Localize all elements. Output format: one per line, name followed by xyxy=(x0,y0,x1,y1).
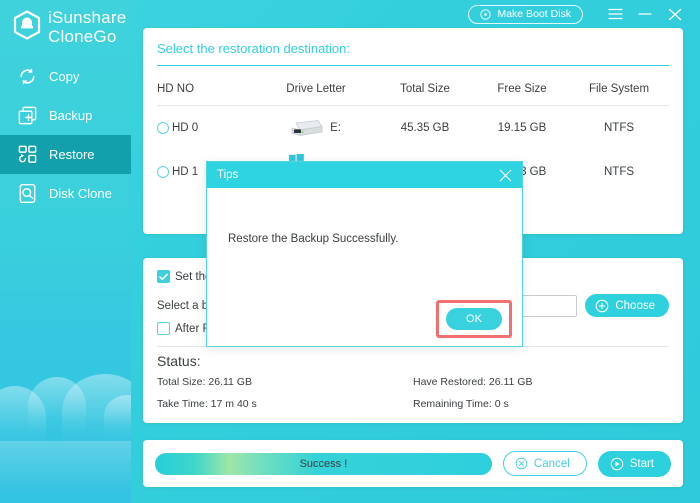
minimize-icon xyxy=(638,13,652,15)
ok-button-highlight: OK xyxy=(436,300,512,338)
check-icon xyxy=(159,273,168,280)
close-button[interactable] xyxy=(660,1,690,27)
action-bar: Success ! Cancel Start xyxy=(143,440,683,487)
sidebar-item-restore[interactable]: Restore xyxy=(0,135,131,174)
status-have-restored: Have Restored: 26.11 GB xyxy=(413,376,533,388)
status-title: Status: xyxy=(157,353,201,369)
column-header-total-size: Total Size xyxy=(375,74,475,106)
choose-button[interactable]: Choose xyxy=(585,294,669,317)
column-header-drive-letter: Drive Letter xyxy=(257,74,375,106)
sidebar-item-label: Backup xyxy=(49,108,93,123)
cell-drive-letter: E: xyxy=(257,106,375,151)
table-row[interactable]: HD 0 E: 45.35 GB 19.15 GB NTFS xyxy=(157,106,669,151)
cancel-button[interactable]: Cancel xyxy=(502,451,587,476)
start-button[interactable]: Start xyxy=(597,450,671,477)
title-divider xyxy=(157,65,669,66)
sidebar-item-label: Disk Clone xyxy=(49,186,112,201)
set-the-checkbox[interactable] xyxy=(157,270,170,283)
dialog-title: Tips xyxy=(217,169,239,181)
sidebar-nav: Copy Backup Restore Disk Clone xyxy=(0,57,131,213)
sidebar-item-label: Copy xyxy=(49,69,80,84)
hamburger-menu-icon xyxy=(607,8,623,20)
tips-dialog: Tips Restore the Backup Successfully. OK xyxy=(206,161,523,347)
column-header-file-system: File System xyxy=(569,74,669,106)
cell-file-system: NTFS xyxy=(603,166,635,178)
brand-name: iSunshare CloneGo xyxy=(48,8,126,46)
refresh-copy-icon xyxy=(20,68,35,85)
status-total-size: Total Size: 26.11 GB xyxy=(157,376,252,388)
hd-no-label: HD 0 xyxy=(172,122,199,134)
column-header-free-size: Free Size xyxy=(475,74,569,106)
title-bar: Make Boot Disk xyxy=(131,0,700,28)
status-take-time: Take Time: 17 m 40 s xyxy=(157,398,257,410)
dialog-close-button[interactable] xyxy=(496,166,514,184)
dialog-message: Restore the Backup Successfully. xyxy=(228,233,399,245)
dialog-close-icon xyxy=(499,169,511,181)
sidebar-item-label: Restore xyxy=(49,147,95,162)
set-option-row: Set the xyxy=(157,270,211,283)
shield-logo-icon xyxy=(13,10,41,40)
ok-button[interactable]: OK xyxy=(446,308,502,330)
progress-label: Success ! xyxy=(299,457,348,470)
sidebar-item-backup[interactable]: Backup xyxy=(0,96,131,135)
plus-circle-icon xyxy=(596,299,609,312)
start-label: Start xyxy=(629,457,654,470)
cancel-label: Cancel xyxy=(533,457,570,470)
hard-drive-icon xyxy=(291,120,323,136)
disk-search-icon xyxy=(19,184,36,203)
brand-line-2: CloneGo xyxy=(48,27,117,46)
after-finish-row: After Fi xyxy=(157,322,212,335)
sidebar-item-disk-clone[interactable]: Disk Clone xyxy=(0,174,131,213)
status-details: Total Size: 26.11 GB Have Restored: 26.1… xyxy=(157,376,669,410)
choose-label: Choose xyxy=(615,299,655,312)
cell-free-size: 19.15 GB xyxy=(497,122,547,134)
hd-no-label: HD 1 xyxy=(172,166,199,178)
play-circle-icon xyxy=(610,457,624,470)
column-header-hd-no: HD NO xyxy=(157,74,257,106)
cloud-decoration xyxy=(0,313,131,503)
panel-title: Select the restoration destination: xyxy=(157,41,350,56)
drive-letter-label: E: xyxy=(330,122,341,134)
close-icon xyxy=(668,8,682,20)
disk-radio-hd1[interactable] xyxy=(157,166,169,178)
dialog-title-bar: Tips xyxy=(207,162,522,188)
disk-radio-hd0[interactable] xyxy=(157,122,169,134)
restore-blocks-icon xyxy=(18,145,37,163)
sidebar-item-copy[interactable]: Copy xyxy=(0,57,131,96)
window-controls xyxy=(600,1,690,27)
plus-stack-icon xyxy=(18,106,37,125)
table-header-row: HD NO Drive Letter Total Size Free Size … xyxy=(157,74,669,106)
brand-logo-area: iSunshare CloneGo xyxy=(13,8,126,46)
progress-bar: Success ! xyxy=(155,452,492,475)
cancel-circle-icon xyxy=(515,457,528,470)
cell-hd-no: HD 0 xyxy=(157,106,257,151)
cell-total-size: 45.35 GB xyxy=(400,122,450,134)
hamburger-menu-button[interactable] xyxy=(600,1,630,27)
application-window: iSunshare CloneGo Copy Backup Restore Di… xyxy=(0,0,700,503)
after-finish-checkbox[interactable] xyxy=(157,322,170,335)
make-boot-disk-button[interactable]: Make Boot Disk xyxy=(468,4,583,24)
ok-label: OK xyxy=(466,313,482,325)
minimize-button[interactable] xyxy=(630,1,660,27)
disc-icon xyxy=(480,8,492,20)
status-remaining-time: Remaining Time: 0 s xyxy=(413,398,509,410)
brand-line-1: iSunshare xyxy=(48,8,127,27)
cell-file-system: NTFS xyxy=(603,122,635,134)
sidebar: iSunshare CloneGo Copy Backup Restore Di… xyxy=(0,0,131,503)
make-boot-disk-label: Make Boot Disk xyxy=(497,8,571,20)
